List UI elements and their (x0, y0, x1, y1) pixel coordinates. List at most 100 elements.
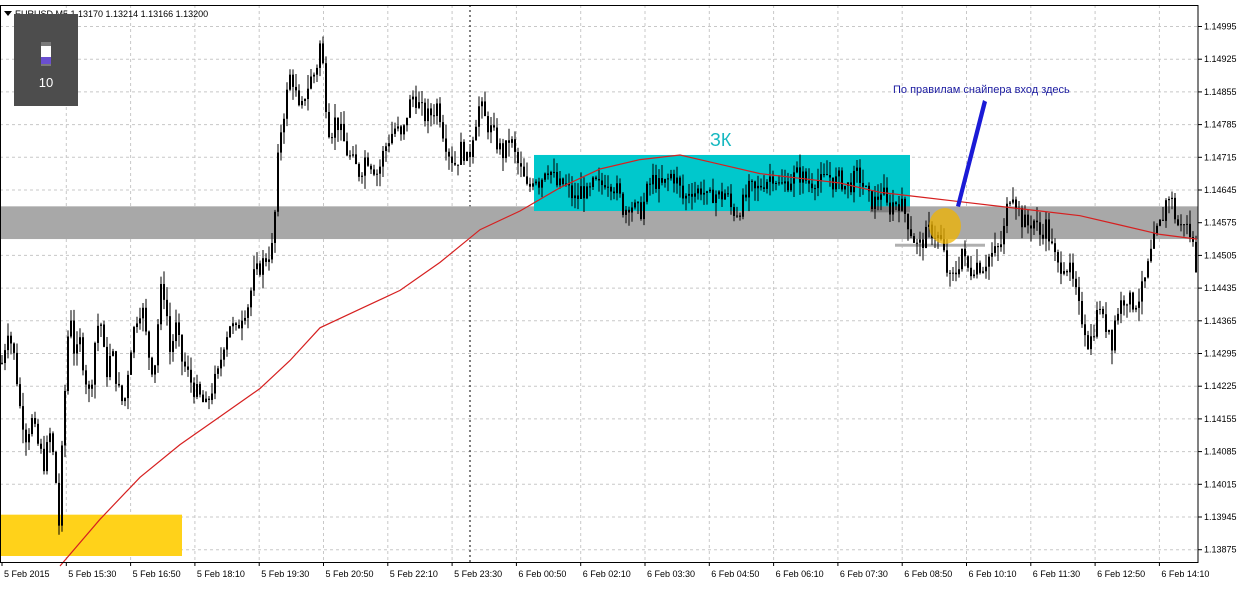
candle-body (97, 325, 99, 343)
candle-body (232, 323, 234, 327)
y-tick-label: 1.14225 (1204, 381, 1237, 391)
candle-body (1183, 224, 1185, 226)
candle-body (769, 176, 771, 182)
candle-body (100, 324, 102, 326)
candle-body (1147, 261, 1149, 278)
candle-body (298, 90, 300, 106)
candle-body (289, 74, 291, 90)
candle-body (547, 173, 549, 175)
level-knob[interactable] (41, 46, 51, 57)
candle-body (25, 429, 27, 443)
candle-body (598, 178, 600, 181)
candle-body (388, 143, 390, 147)
candle-body (1054, 243, 1056, 253)
candle-body (970, 267, 972, 277)
candle-body (262, 258, 264, 275)
candle-body (802, 171, 804, 183)
candle-body (826, 174, 828, 176)
candle-body (511, 139, 513, 143)
candle-body (664, 179, 666, 183)
candle-body (280, 132, 282, 153)
candle-body (904, 198, 906, 215)
candle-body (676, 177, 678, 184)
candle-body (118, 383, 120, 386)
candle-body (703, 192, 705, 195)
candle-body (400, 126, 402, 135)
candle-body (10, 335, 12, 344)
candle-body (994, 246, 996, 253)
candle-body (514, 139, 516, 152)
candle-body (412, 96, 414, 100)
note-text: По правилам снайпера вход здесь (893, 84, 1070, 96)
candle-body (922, 239, 924, 248)
candle-body (19, 384, 21, 407)
candle-body (331, 137, 333, 139)
candle-body (1090, 336, 1092, 350)
x-tick-label: 6 Feb 00:50 (518, 569, 566, 579)
candle-body (751, 180, 753, 182)
candle-body (67, 336, 69, 391)
candle-body (250, 290, 252, 308)
candle-body (1009, 202, 1011, 204)
candle-body (559, 178, 561, 186)
candle-body (1078, 287, 1080, 302)
x-tick-label: 5 Feb 22:10 (390, 569, 438, 579)
x-tick-label: 6 Feb 07:30 (840, 569, 888, 579)
candle-body (397, 126, 399, 129)
candle-body (892, 202, 894, 215)
candle-body (823, 174, 825, 176)
candle-body (205, 398, 207, 403)
candle-body (1093, 336, 1095, 338)
candle-body (877, 196, 879, 200)
level-widget[interactable]: 10 (14, 14, 78, 106)
candle-body (958, 269, 960, 275)
candle-body (694, 193, 696, 197)
candle-body (574, 195, 576, 199)
candle-body (811, 183, 813, 189)
candle-body (367, 157, 369, 166)
candle-body (190, 369, 192, 383)
candle-body (175, 322, 177, 342)
candle-body (493, 125, 495, 128)
candle-body (652, 174, 654, 185)
candle-body (550, 171, 552, 175)
price-chart[interactable]: ЗК По правилам снайпера вход здесь 1.1499… (0, 0, 1238, 588)
candle-body (964, 248, 966, 257)
candle-body (1003, 225, 1005, 245)
candle-body (619, 183, 621, 194)
y-tick-label: 1.14365 (1204, 316, 1237, 326)
candle-body (634, 202, 636, 208)
candle-body (214, 373, 216, 394)
candle-body (1171, 197, 1173, 199)
candle-body (898, 204, 900, 211)
candle-body (226, 337, 228, 350)
candle-body (457, 164, 459, 166)
candle-body (700, 188, 702, 195)
candle-body (403, 125, 405, 135)
candle-body (472, 140, 474, 157)
candle-body (448, 151, 450, 157)
y-tick-label: 1.14505 (1204, 250, 1237, 260)
candle-body (283, 118, 285, 133)
candle-body (889, 202, 891, 215)
candle-body (1045, 219, 1047, 239)
candle-body (787, 181, 789, 191)
candle-body (115, 351, 117, 384)
level-value: 10 (38, 75, 54, 90)
candle-body (544, 173, 546, 180)
candle-body (235, 323, 237, 326)
x-tick-label: 6 Feb 10:10 (969, 569, 1017, 579)
candle-body (1153, 233, 1155, 249)
candle-body (1141, 281, 1143, 302)
dropdown-icon[interactable] (4, 11, 12, 16)
candle-body (376, 173, 378, 175)
candle-body (829, 175, 831, 178)
candle-body (379, 166, 381, 174)
candle-body (862, 182, 864, 187)
candle-body (220, 359, 222, 369)
candle-body (604, 185, 606, 188)
candle-body (856, 167, 858, 171)
candle-body (7, 335, 9, 351)
x-tick-label: 6 Feb 11:30 (1033, 569, 1080, 579)
candle-body (1189, 223, 1191, 238)
